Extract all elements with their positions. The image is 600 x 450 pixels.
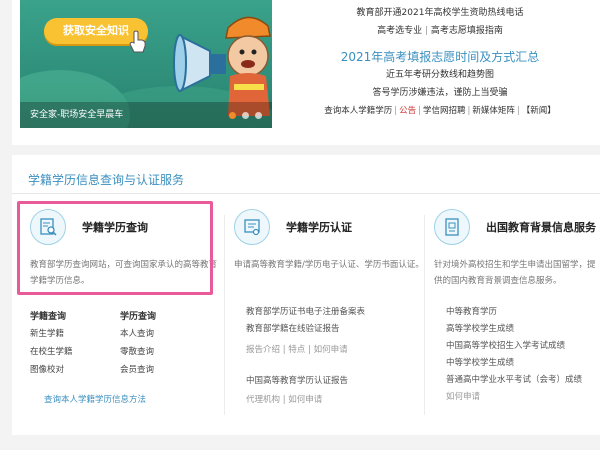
- query-link[interactable]: 本人查询: [120, 326, 180, 342]
- card-sublink[interactable]: 代理机构: [246, 395, 280, 405]
- query-method-link[interactable]: 查询本人学籍学历信息方法: [44, 393, 146, 405]
- quick-link[interactable]: 公告: [399, 106, 416, 116]
- card-sublink[interactable]: 报告介绍: [246, 345, 280, 355]
- query-links-grid: 学籍查询 学历查询 新生学籍 本人查询 在校生学籍 零散查询 图像校对 会员查询: [30, 310, 180, 378]
- quick-link[interactable]: 新媒体矩阵: [472, 106, 515, 116]
- column-divider: [224, 215, 225, 415]
- card-links: 教育部学历证书电子注册备案表 教育部学籍在线验证报告 报告介绍 | 特点 | 如…: [246, 305, 426, 408]
- card-description: 申请高等教育学籍/学历电子认证、学历书面认证。: [234, 260, 424, 270]
- news-list: 教育部开通2021年高校学生资助热线电话 高考选专业 | 高考志愿填报指南 20…: [290, 6, 590, 118]
- card-sublink[interactable]: 如何申请: [314, 345, 348, 355]
- card-links: 中等教育学历 高等学校学生成绩 中国高等学校招生入学考试成绩 中等学校学生成绩 …: [446, 305, 600, 405]
- section-divider: [12, 193, 600, 194]
- document-search-icon: [30, 209, 66, 245]
- card-link[interactable]: 教育部学历证书电子注册备案表: [246, 305, 426, 320]
- query-link[interactable]: 在校生学籍: [30, 344, 120, 360]
- top-area: 获取安全知识 安全家-职场安全早晨车 教育部开通2021年高校学生资助热线电话 …: [0, 0, 600, 148]
- news-headline[interactable]: 2021年高考填报志愿时间及方式汇总: [290, 46, 590, 68]
- quick-link[interactable]: 查询本人学籍学历: [324, 106, 392, 116]
- card-overseas-education-background: 出国教育背景信息服务 针对境外高校招生和学生申请出国留学，提供的国内教育背景调查…: [434, 205, 600, 427]
- card-sublinks: 代理机构 | 如何申请: [246, 395, 323, 405]
- news-link[interactable]: 高考选专业: [377, 26, 422, 36]
- card-description: 针对境外高校招生和学生申请出国留学，提供的国内教育背景调查信息服务。: [434, 260, 596, 286]
- card-link[interactable]: 高等学校学生成绩: [446, 322, 600, 337]
- card-sublink[interactable]: 如何申请: [446, 390, 600, 405]
- card-sublinks: 报告介绍 | 特点 | 如何申请: [246, 345, 348, 355]
- card-link[interactable]: 教育部学籍在线验证报告: [246, 322, 426, 337]
- news-link[interactable]: 教育部开通2021年高校学生资助热线电话: [290, 6, 590, 24]
- section-title: 学籍学历信息查询与认证服务: [28, 173, 185, 187]
- carousel-dots: [229, 112, 262, 119]
- quick-link[interactable]: 学信网招聘: [423, 106, 466, 116]
- news-link[interactable]: 近五年考研分数线和趋势图: [290, 68, 590, 86]
- card-description: 教育部学历查询网站，可查询国家承认的高等教育学籍学历信息。: [30, 260, 218, 286]
- promo-banner[interactable]: 获取安全知识 安全家-职场安全早晨车: [20, 0, 272, 128]
- query-link[interactable]: 会员查询: [120, 362, 180, 378]
- card-link[interactable]: 中等教育学历: [446, 305, 600, 320]
- news-link[interactable]: 高考志愿填报指南: [431, 26, 503, 36]
- page-footer-gap: [0, 438, 600, 450]
- column-header[interactable]: 学历查询: [120, 310, 180, 324]
- query-link[interactable]: 零散查询: [120, 344, 180, 360]
- carousel-dot[interactable]: [242, 112, 249, 119]
- card-link[interactable]: 中国高等学校招生入学考试成绩: [446, 339, 600, 354]
- card-title[interactable]: 学籍学历查询: [82, 219, 148, 235]
- news-link-row: 高考选专业 | 高考志愿填报指南: [377, 26, 503, 36]
- card-link[interactable]: 中等学校学生成绩: [446, 356, 600, 371]
- certificate-icon: [234, 209, 270, 245]
- query-link[interactable]: 新生学籍: [30, 326, 120, 342]
- card-title[interactable]: 出国教育背景信息服务: [486, 219, 596, 235]
- mascot-megaphone-icon: [173, 16, 271, 116]
- column-divider: [424, 215, 425, 415]
- card-link[interactable]: 中国高等教育学历认证报告: [246, 374, 426, 389]
- document-icon: [434, 209, 470, 245]
- quick-link[interactable]: 【新闻】: [522, 106, 556, 116]
- card-sublink[interactable]: 如何申请: [288, 395, 322, 405]
- pointer-hand-icon: [129, 30, 146, 53]
- carousel-dot[interactable]: [255, 112, 262, 119]
- quick-links: 查询本人学籍学历 | 公告 | 学信网招聘 | 新媒体矩阵 | 【新闻】: [324, 106, 556, 116]
- card-sublink[interactable]: 特点: [288, 345, 305, 355]
- card-student-status-certification: 学籍学历认证 申请高等教育学籍/学历电子认证、学历书面认证。 教育部学历证书电子…: [234, 205, 424, 427]
- card-link[interactable]: 普通高中学业水平考试（会考）成绩: [446, 373, 600, 388]
- column-header[interactable]: 学籍查询: [30, 310, 120, 324]
- news-link[interactable]: 答号学历涉嫌违法，谨防上当受骗: [290, 86, 590, 104]
- carousel-dot[interactable]: [229, 112, 236, 119]
- query-link[interactable]: 图像校对: [30, 362, 120, 378]
- card-title[interactable]: 学籍学历认证: [286, 219, 352, 235]
